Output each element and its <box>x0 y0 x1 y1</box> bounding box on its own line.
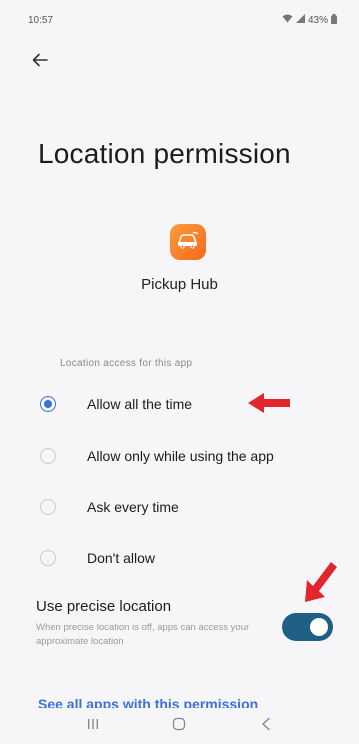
nav-back-button[interactable] <box>254 714 278 738</box>
radio-button-selected[interactable] <box>40 396 56 412</box>
app-icon <box>170 224 206 260</box>
option-ask-every-time[interactable]: Ask every time <box>40 487 339 527</box>
wifi-icon <box>282 14 293 26</box>
precise-location-toggle[interactable] <box>282 613 333 641</box>
option-allow-all-the-time[interactable]: Allow all the time <box>40 384 339 424</box>
navigation-bar <box>0 708 359 744</box>
option-label: Ask every time <box>87 499 179 515</box>
back-chevron-icon <box>261 717 271 736</box>
signal-icon <box>295 14 305 26</box>
status-bar: 10:57 43% <box>0 0 359 40</box>
precise-location-description: When precise location is off, apps can a… <box>36 622 250 647</box>
red-arrow-icon <box>248 393 290 418</box>
option-label: Don't allow <box>87 550 156 566</box>
option-label: Allow only while using the app <box>87 448 274 464</box>
red-arrow-icon <box>303 560 339 609</box>
recents-icon <box>87 717 99 735</box>
home-button[interactable] <box>167 714 191 738</box>
app-name: Pickup Hub <box>141 276 218 293</box>
option-dont-allow[interactable]: Don't allow <box>40 538 339 578</box>
option-label: Allow all the time <box>87 396 193 412</box>
recents-button[interactable] <box>81 714 105 738</box>
battery-level: 43% <box>307 14 328 26</box>
radio-button[interactable] <box>40 550 56 566</box>
option-allow-while-using[interactable]: Allow only while using the app <box>40 436 339 476</box>
car-icon <box>176 231 200 254</box>
home-icon <box>172 717 186 736</box>
battery-icon <box>331 13 337 27</box>
radio-button[interactable] <box>40 448 56 464</box>
radio-button[interactable] <box>40 499 56 515</box>
arrow-left-icon <box>32 53 48 72</box>
page-title: Location permission <box>38 138 291 169</box>
back-button[interactable] <box>26 48 54 76</box>
section-label: Location access for this app <box>60 358 193 369</box>
status-indicators: 43% <box>282 13 337 27</box>
status-time: 10:57 <box>28 14 54 26</box>
